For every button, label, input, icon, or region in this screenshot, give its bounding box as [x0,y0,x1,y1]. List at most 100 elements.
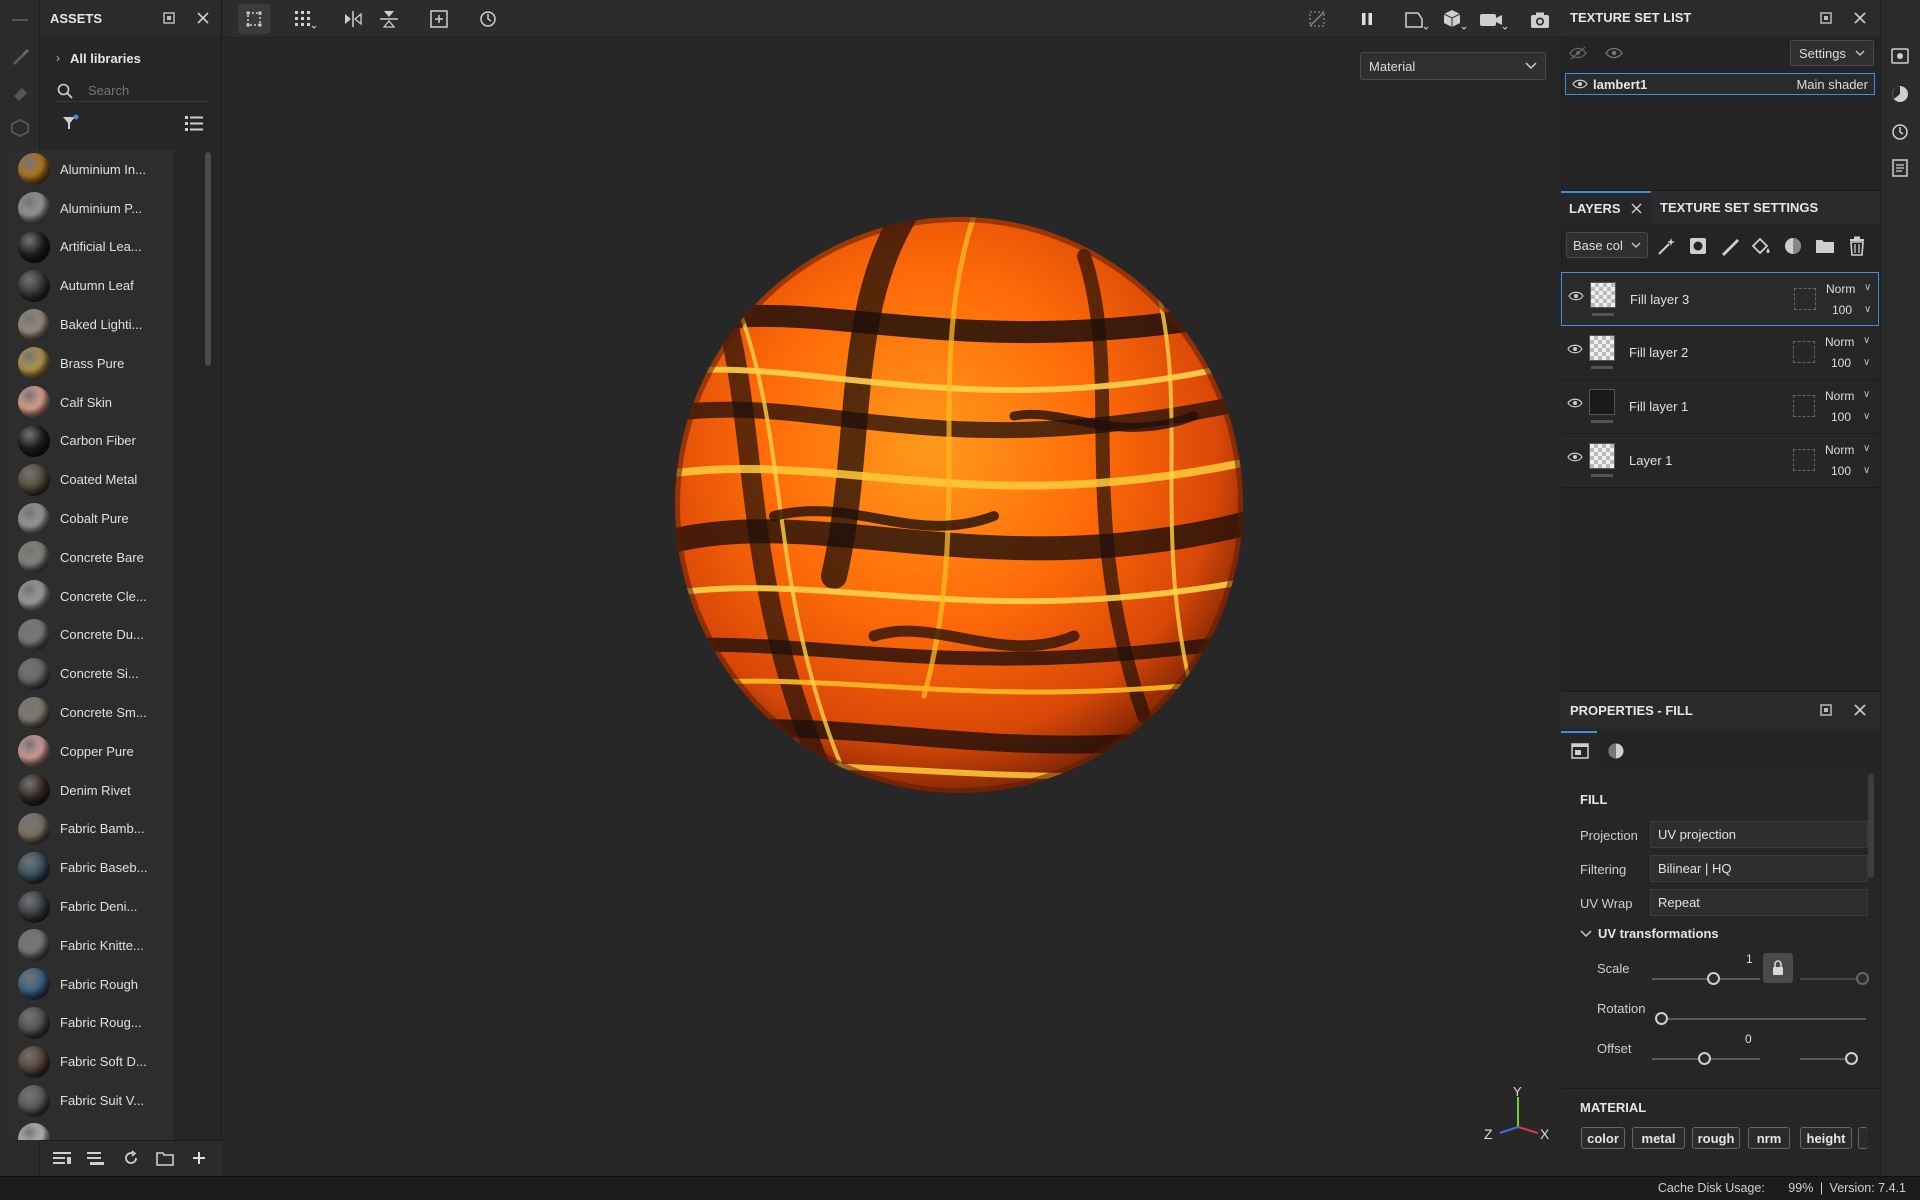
shader-settings-icon[interactable] [1888,82,1912,106]
scale-slider-u[interactable] [1652,978,1760,980]
tab-layers[interactable]: LAYERS [1561,191,1651,224]
asset-item[interactable]: Concrete Du... [8,616,174,655]
layer-blend-mode[interactable]: Norm [1826,282,1855,296]
preview-sphere[interactable] [674,216,1244,794]
viewport-mode-select[interactable]: Material [1360,52,1546,80]
texture-set-close-icon[interactable] [1851,9,1869,27]
hide-ui-icon[interactable] [1304,6,1330,32]
camera-icon[interactable] [1476,6,1510,34]
properties-scrollbar[interactable] [1868,774,1874,878]
material-channel-button[interactable]: color [1581,1127,1625,1149]
mirror-vertical-icon[interactable] [376,6,402,32]
texture-set-settings-dropdown[interactable]: Settings [1790,40,1874,66]
eye-icon[interactable] [1567,397,1583,409]
asset-item[interactable]: Calf Skin [8,383,174,422]
tab-texture-set-settings[interactable]: TEXTURE SET SETTINGS [1652,191,1824,224]
show-texture-set-icon[interactable] [1603,43,1625,63]
screenshot-camera-icon[interactable] [1526,6,1554,34]
folder-icon[interactable] [155,1148,175,1168]
scale-slider-knob[interactable] [1707,972,1720,985]
offset-slider-v-knob[interactable] [1845,1052,1858,1065]
asset-item[interactable]: Concrete Cle... [8,577,174,616]
add-effect-icon[interactable] [1655,234,1679,258]
paint-brush-icon[interactable] [8,44,32,68]
log-icon[interactable] [1888,156,1912,180]
eraser-icon[interactable] [8,80,32,104]
layer-opacity[interactable]: 100 [1831,356,1851,370]
layer-row[interactable]: Fill layer 1 Norm ∨ 100 ∨ [1561,380,1879,434]
reset-camera-icon[interactable] [475,6,501,32]
uv-transformations-toggle[interactable]: UV transformations [1580,926,1719,941]
import-resources-icon[interactable] [52,1148,72,1168]
add-mask-icon[interactable] [1686,234,1710,258]
scale-slider-v-knob[interactable] [1856,972,1869,985]
asset-item[interactable]: Fabric Baseb... [8,848,174,887]
layer-mask-slot[interactable] [1794,288,1816,310]
offset-slider-u-knob[interactable] [1698,1052,1711,1065]
channel-select[interactable]: Base col [1566,232,1648,258]
asset-item[interactable]: Carbon Fiber [8,422,174,461]
layer-row[interactable]: Layer 1 Norm ∨ 100 ∨ [1561,434,1879,488]
grid-options-icon[interactable] [290,6,320,32]
filtering-dropdown[interactable]: Bilinear | HQ [1650,855,1868,882]
refresh-icon[interactable] [121,1148,141,1168]
pause-icon[interactable] [1354,6,1380,32]
projection-icon[interactable] [8,116,32,140]
eye-icon[interactable] [1568,290,1584,302]
layer-blend-mode[interactable]: Norm [1825,389,1854,403]
layer-mask-slot[interactable] [1793,395,1815,417]
layer-opacity[interactable]: 100 [1831,410,1851,424]
display-settings-icon[interactable] [1888,44,1912,68]
material-channel-button[interactable]: nrm [1748,1127,1790,1149]
layer-blend-mode[interactable]: Norm [1825,443,1854,457]
layer-blend-mode[interactable]: Norm [1825,335,1854,349]
add-icon[interactable] [189,1148,209,1168]
material-channel-button[interactable]: metal [1632,1127,1685,1149]
display-mode-icon[interactable] [1400,6,1434,34]
asset-item[interactable]: Fabric Soft D... [8,1042,174,1081]
eye-icon[interactable] [1567,343,1583,355]
delete-layer-icon[interactable] [1845,234,1869,258]
asset-item[interactable] [8,1120,174,1140]
object-view-icon[interactable] [1438,6,1472,34]
assets-undock-icon[interactable] [160,9,178,27]
asset-item[interactable]: Fabric Suit V... [8,1081,174,1120]
list-view-icon[interactable] [182,112,206,134]
create-library-icon[interactable] [86,1148,106,1168]
add-frame-icon[interactable] [426,6,452,32]
asset-item[interactable]: Baked Lighti... [8,305,174,344]
asset-item[interactable]: Cobalt Pure [8,499,174,538]
asset-item[interactable]: Concrete Bare [8,538,174,577]
asset-item[interactable]: Autumn Leaf [8,266,174,305]
layer-mask-slot[interactable] [1793,449,1815,471]
texture-set-item-lambert1[interactable]: lambert1 Main shader [1565,73,1875,95]
material-channel-button-overflow[interactable] [1858,1127,1868,1149]
asset-item[interactable]: Fabric Rough [8,965,174,1004]
all-libraries-breadcrumb[interactable]: › All libraries [56,48,206,68]
eye-icon[interactable] [1572,78,1588,90]
add-fill-layer-icon[interactable] [1749,234,1773,258]
uv-wrap-dropdown[interactable]: Repeat [1650,889,1868,916]
assets-close-icon[interactable] [194,9,212,27]
properties-close-icon[interactable] [1851,701,1869,719]
layer-row[interactable]: Fill layer 2 Norm ∨ 100 ∨ [1561,326,1879,380]
asset-search[interactable] [56,80,208,102]
asset-item[interactable]: Aluminium P... [8,189,174,228]
layer-opacity[interactable]: 100 [1832,303,1852,317]
selection-mode-icon[interactable] [238,4,270,34]
layer-row[interactable]: Fill layer 3 Norm ∨ 100 ∨ [1561,272,1879,326]
add-paint-layer-icon[interactable] [1717,234,1741,258]
layer-opacity[interactable]: 100 [1831,464,1851,478]
asset-item[interactable]: Concrete Sm... [8,693,174,732]
material-channel-button[interactable]: height [1800,1127,1852,1149]
asset-item[interactable]: Coated Metal [8,460,174,499]
hide-texture-set-icon[interactable] [1567,43,1589,63]
filter-icon[interactable] [58,112,82,134]
asset-item[interactable]: Artificial Lea... [8,228,174,267]
mirror-horizontal-icon[interactable] [340,6,366,32]
asset-item[interactable]: Denim Rivet [8,771,174,810]
projection-dropdown[interactable]: UV projection [1650,821,1868,848]
material-properties-icon[interactable] [1605,740,1627,762]
add-smart-material-icon[interactable] [1781,234,1805,258]
asset-item[interactable]: Copper Pure [8,732,174,771]
